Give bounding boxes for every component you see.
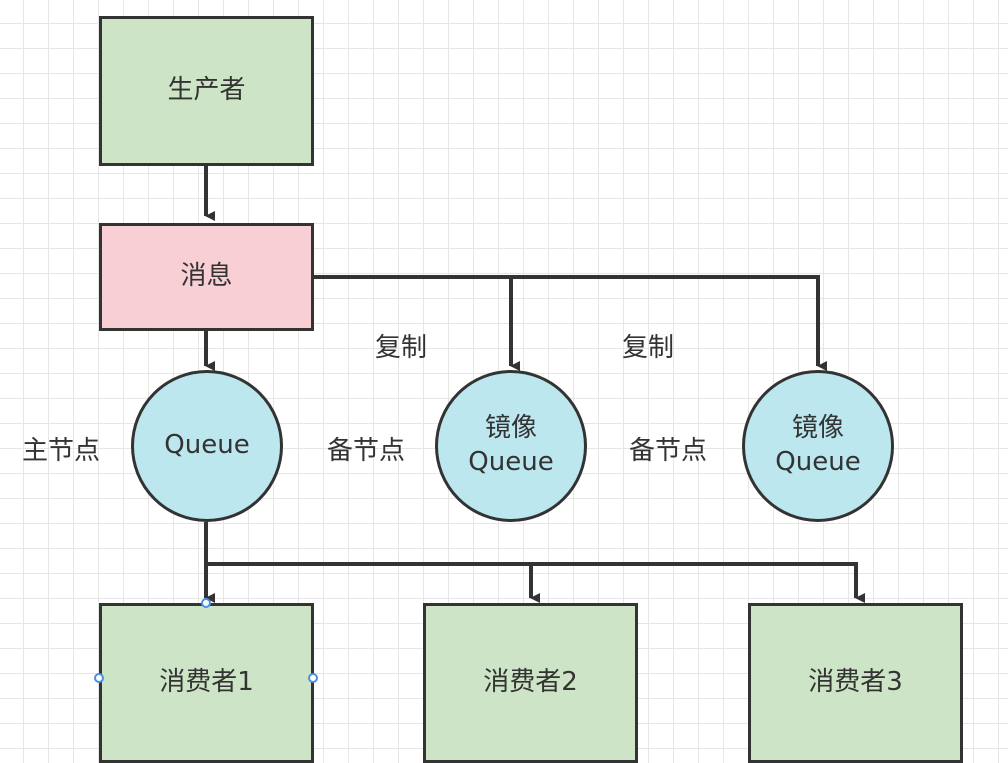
consumer-2-label: 消费者2: [483, 667, 578, 698]
consumer-3-node[interactable]: 消费者3: [748, 603, 963, 763]
mirror-queue-2-node[interactable]: 镜像 Queue: [742, 370, 894, 522]
mirror-queue-2-line1: 镜像: [791, 413, 844, 444]
mirror-queue-1-line2: Queue: [468, 447, 554, 477]
mirror-2-edge-label: 复制: [622, 333, 675, 363]
consumer-1-label: 消费者1: [159, 667, 254, 698]
mirror-2-role-label: 备节点: [629, 436, 708, 466]
mirror-queue-2-line2: Queue: [775, 447, 861, 477]
mirror-1-role-label: 备节点: [327, 436, 406, 466]
message-node[interactable]: 消息: [99, 223, 314, 331]
selection-handle-top[interactable]: [201, 598, 211, 608]
selection-handle-left[interactable]: [94, 673, 104, 683]
master-queue-node[interactable]: Queue: [131, 370, 283, 522]
master-queue-label: Queue: [164, 430, 250, 461]
mirror-queue-1-line1: 镜像: [484, 413, 537, 444]
producer-node[interactable]: 生产者: [99, 16, 314, 166]
mirror-queue-1-node[interactable]: 镜像 Queue: [435, 370, 587, 522]
message-label: 消息: [180, 261, 233, 292]
edge-queue-consumer-2[interactable]: [206, 562, 540, 603]
consumer-1-node[interactable]: 消费者1: [99, 603, 314, 763]
master-node-role-label: 主节点: [22, 436, 101, 466]
producer-label: 生产者: [167, 75, 246, 106]
consumer-3-label: 消费者3: [808, 667, 903, 698]
edge-queue-consumer-3[interactable]: [531, 562, 865, 603]
consumer-2-node[interactable]: 消费者2: [423, 603, 638, 763]
selection-handle-right[interactable]: [308, 673, 318, 683]
mirror-1-edge-label: 复制: [375, 333, 428, 363]
